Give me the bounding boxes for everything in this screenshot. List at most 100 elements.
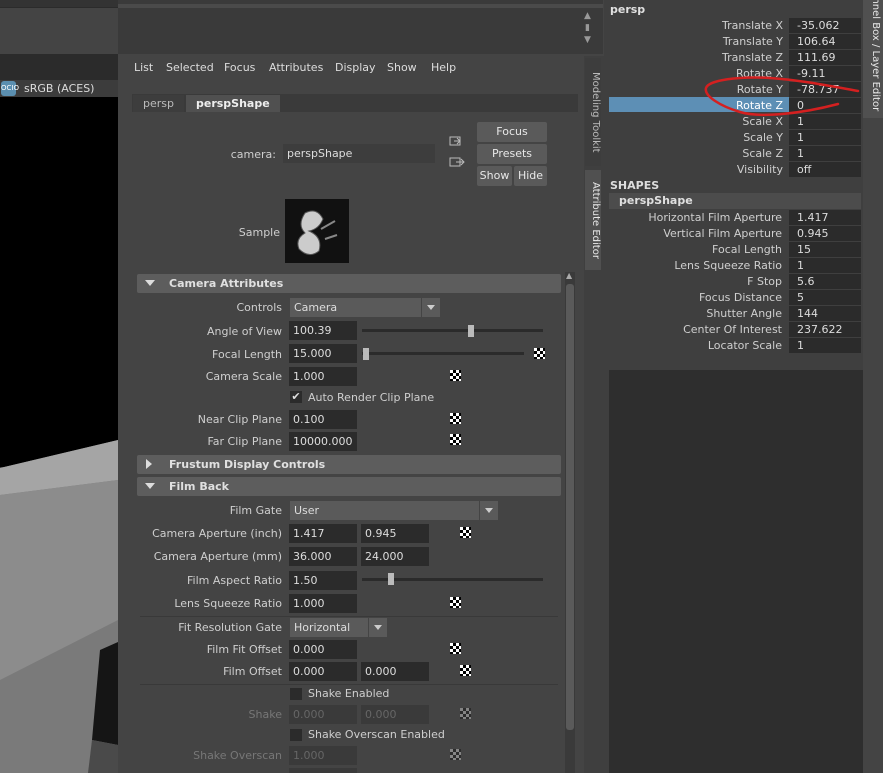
cb-value-translate-z[interactable]: 111.69: [789, 50, 861, 65]
ae-scrollbar-thumb[interactable]: [566, 284, 574, 730]
map-button-icon[interactable]: [460, 665, 471, 676]
cb-label-translate-y[interactable]: Translate Y: [620, 35, 783, 48]
scroll-bar-icon[interactable]: ▮: [583, 24, 592, 33]
aperture-mm-y-field[interactable]: 24.000: [361, 547, 429, 566]
cb-value-lens-squeeze[interactable]: 1: [789, 258, 861, 273]
show-button[interactable]: Show: [477, 166, 512, 186]
cb-value-v-film-aperture[interactable]: 0.945: [789, 226, 861, 241]
cb-label-h-film-aperture[interactable]: Horizontal Film Aperture: [610, 211, 782, 224]
channel-box-object-name[interactable]: persp: [610, 3, 645, 16]
angle-of-view-slider[interactable]: [362, 329, 543, 332]
cb-label-v-film-aperture[interactable]: Vertical Film Aperture: [610, 227, 782, 240]
focal-length-field[interactable]: 15.000: [289, 344, 357, 363]
cb-value-f-stop[interactable]: 5.6: [789, 274, 861, 289]
section-camera-attributes[interactable]: Camera Attributes: [137, 274, 561, 293]
cb-value-focal-length[interactable]: 15: [789, 242, 861, 257]
aperture-inch-y-field[interactable]: 0.945: [361, 524, 429, 543]
cb-label-scale-y[interactable]: Scale Y: [620, 131, 783, 144]
scroll-up-icon[interactable]: ▲: [566, 271, 572, 280]
tab-perspshape[interactable]: perspShape: [186, 95, 280, 112]
cb-value-center-of-interest[interactable]: 237.622: [789, 322, 861, 337]
cb-value-locator-scale[interactable]: 1: [789, 338, 861, 353]
menu-selected[interactable]: Selected: [166, 61, 214, 74]
film-gate-label: Film Gate: [229, 504, 282, 517]
auto-clip-checkbox[interactable]: ✔: [290, 391, 302, 403]
camera-scale-field[interactable]: 1.000: [289, 367, 357, 386]
film-aspect-field[interactable]: 1.50: [289, 571, 357, 590]
tab-channel-box-layer-editor[interactable]: Channel Box / Layer Editor: [865, 0, 881, 114]
map-button-icon[interactable]: [534, 348, 545, 359]
cb-value-shutter-angle[interactable]: 144: [789, 306, 861, 321]
cb-label-locator-scale[interactable]: Locator Scale: [610, 339, 782, 352]
cb-value-translate-x[interactable]: -35.062: [789, 18, 861, 33]
aperture-mm-x-field[interactable]: 36.000: [289, 547, 357, 566]
focal-length-slider-thumb[interactable]: [363, 348, 369, 360]
menu-help[interactable]: Help: [431, 61, 456, 74]
film-aspect-slider-thumb[interactable]: [388, 573, 394, 585]
map-button-icon[interactable]: [460, 527, 471, 538]
near-clip-field[interactable]: 0.100: [289, 410, 357, 429]
cb-label-visibility[interactable]: Visibility: [620, 163, 783, 176]
cb-label-translate-z[interactable]: Translate Z: [620, 51, 783, 64]
film-offset-x-field[interactable]: 0.000: [289, 662, 357, 681]
menu-list[interactable]: List: [134, 61, 153, 74]
tab-attribute-editor[interactable]: Attribute Editor: [585, 170, 601, 270]
presets-button[interactable]: Presets: [477, 144, 547, 164]
controls-dropdown[interactable]: Camera: [290, 298, 440, 317]
cb-label-scale-z[interactable]: Scale Z: [620, 147, 783, 160]
focus-arrows-icon[interactable]: [448, 134, 466, 172]
cb-value-scale-y[interactable]: 1: [789, 130, 861, 145]
aperture-inch-x-field[interactable]: 1.417: [289, 524, 357, 543]
divider: [140, 684, 558, 685]
cb-value-h-film-aperture[interactable]: 1.417: [789, 210, 861, 225]
map-button-icon[interactable]: [450, 370, 461, 381]
focus-button[interactable]: Focus: [477, 122, 547, 142]
cb-label-lens-squeeze[interactable]: Lens Squeeze Ratio: [610, 259, 782, 272]
map-button-icon[interactable]: [450, 643, 461, 654]
angle-of-view-field[interactable]: 100.39: [289, 321, 357, 340]
cb-label-shutter-angle[interactable]: Shutter Angle: [610, 307, 782, 320]
section-frustum-display-controls[interactable]: Frustum Display Controls: [137, 455, 561, 474]
cb-label-translate-x[interactable]: Translate X: [620, 19, 783, 32]
divider: [140, 616, 558, 617]
focal-length-slider[interactable]: [362, 352, 524, 355]
fit-gate-dropdown[interactable]: Horizontal: [290, 618, 387, 637]
lens-squeeze-field[interactable]: 1.000: [289, 594, 357, 613]
tab-modeling-toolkit[interactable]: Modeling Toolkit: [585, 58, 601, 166]
cb-label-focal-length[interactable]: Focal Length: [610, 243, 782, 256]
shake-overscan-checkbox[interactable]: [290, 729, 302, 741]
controls-value: Camera: [294, 301, 338, 314]
shake-overscan-enabled-label: Shake Overscan Enabled: [308, 728, 445, 741]
colorspace-label[interactable]: sRGB (ACES): [24, 82, 94, 95]
hide-button[interactable]: Hide: [514, 166, 547, 186]
cb-value-focus-distance[interactable]: 5: [789, 290, 861, 305]
far-clip-field[interactable]: 10000.000: [289, 432, 357, 451]
shake-enabled-checkbox[interactable]: [290, 688, 302, 700]
cb-label-f-stop[interactable]: F Stop: [610, 275, 782, 288]
camera-name-field[interactable]: perspShape: [283, 144, 435, 163]
viewport-background: [0, 97, 118, 467]
menu-display[interactable]: Display: [335, 61, 376, 74]
angle-of-view-slider-thumb[interactable]: [468, 325, 474, 337]
cb-value-translate-y[interactable]: 106.64: [789, 34, 861, 49]
cb-value-visibility[interactable]: off: [789, 162, 861, 177]
menu-show[interactable]: Show: [387, 61, 417, 74]
map-button-icon[interactable]: [450, 413, 461, 424]
section-film-back[interactable]: Film Back: [137, 477, 561, 496]
cb-label-focus-distance[interactable]: Focus Distance: [610, 291, 782, 304]
shape-name[interactable]: perspShape: [619, 194, 693, 207]
map-button-icon[interactable]: [450, 434, 461, 445]
scroll-down-icon[interactable]: ▼: [583, 36, 592, 45]
film-gate-dropdown[interactable]: User: [290, 501, 498, 520]
cb-label-center-of-interest[interactable]: Center Of Interest: [610, 323, 782, 336]
scroll-up-icon[interactable]: ▲: [583, 12, 592, 21]
ocio-icon[interactable]: OCIO: [1, 81, 19, 96]
tab-persp[interactable]: persp: [133, 95, 184, 112]
menu-attributes[interactable]: Attributes: [269, 61, 323, 74]
cb-value-scale-z[interactable]: 1: [789, 146, 861, 161]
viewport-panel[interactable]: OCIO sRGB (ACES): [0, 0, 118, 773]
menu-focus[interactable]: Focus: [224, 61, 255, 74]
map-button-icon[interactable]: [450, 597, 461, 608]
film-fit-offset-field[interactable]: 0.000: [289, 640, 357, 659]
film-offset-y-field[interactable]: 0.000: [361, 662, 429, 681]
